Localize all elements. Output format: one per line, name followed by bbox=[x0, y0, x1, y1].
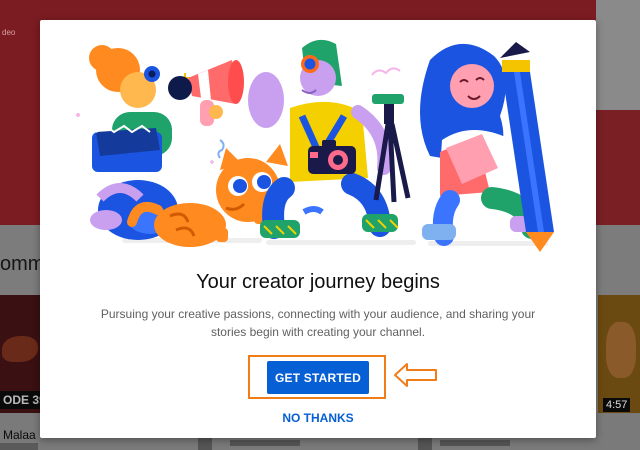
creator-illustration bbox=[76, 39, 554, 252]
get-started-button[interactable]: GET STARTED bbox=[267, 361, 369, 394]
create-channel-dialog: Your creator journey begins Pursuing you… bbox=[40, 20, 596, 438]
photographer-person bbox=[248, 39, 399, 239]
megaphone-icon bbox=[168, 60, 244, 126]
thumbnail-art bbox=[2, 336, 38, 362]
background-banner-side bbox=[596, 0, 640, 110]
video-title-placeholder bbox=[230, 440, 300, 446]
arrow-left-icon bbox=[394, 363, 437, 387]
duration-badge: 4:57 bbox=[603, 398, 631, 412]
no-thanks-button[interactable]: NO THANKS bbox=[268, 410, 368, 426]
video-subtitle-left bbox=[0, 443, 38, 450]
video-title-left[interactable]: Malaa bbox=[3, 428, 36, 442]
video-title-placeholder bbox=[440, 440, 510, 446]
thumbnail-art bbox=[606, 322, 636, 378]
channel-avatar bbox=[418, 437, 432, 450]
dialog-description: Pursuing your creative passions, connect… bbox=[100, 307, 536, 339]
dialog-title: Your creator journey begins bbox=[196, 271, 440, 293]
background-banner-side-lower bbox=[596, 110, 640, 225]
channel-avatar bbox=[198, 437, 212, 450]
background-corner-text: deo bbox=[2, 28, 16, 37]
